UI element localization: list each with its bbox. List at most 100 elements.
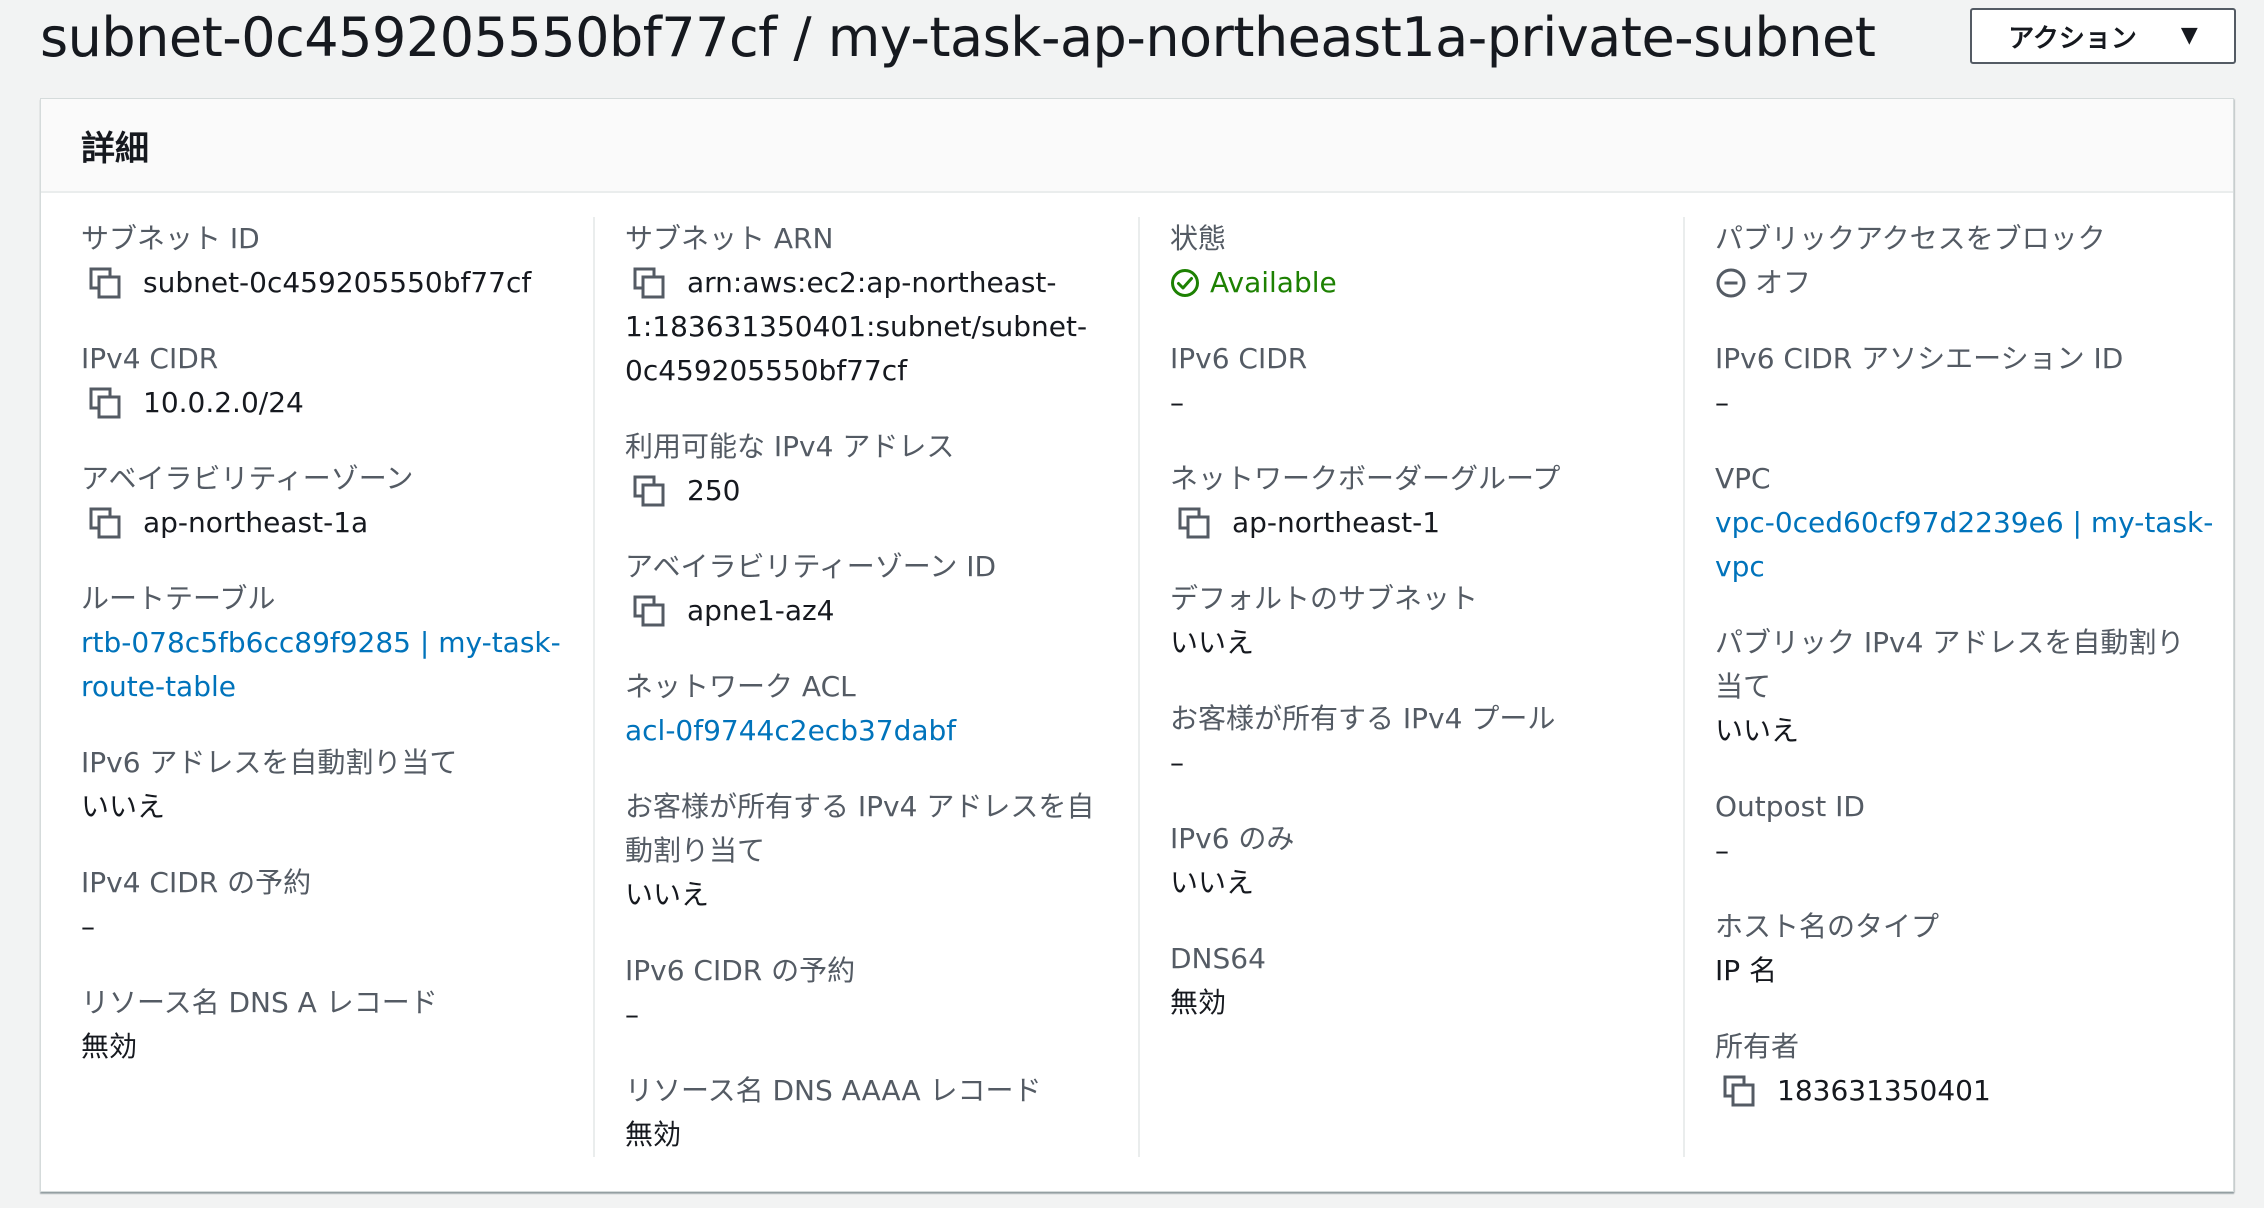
route-table-link-line: route-table	[81, 670, 236, 703]
network-acl-link[interactable]: acl-0f9744c2ecb37dabf	[625, 709, 956, 753]
field-label: リソース名 DNS A レコード	[81, 986, 438, 1019]
details-column-4: パブリックアクセスをブロック オフ IPv6 CIDR アソシエーション ID …	[1683, 217, 2223, 1157]
details-panel: 詳細 サブネット ID subnet-0c459205550bf77cf IPv…	[40, 98, 2234, 1192]
field-value: いいえ	[1170, 626, 1255, 659]
field-available-ipv4: 利用可能な IPv4 アドレス 250	[625, 425, 954, 513]
field-value: Available	[1170, 261, 1337, 305]
copy-icon[interactable]	[627, 261, 671, 305]
field-ipv6-cidr: IPv6 CIDR –	[1170, 337, 1307, 425]
copy-icon[interactable]	[83, 501, 127, 545]
field-value: 250	[625, 469, 954, 513]
field-network-acl: ネットワーク ACL acl-0f9744c2ecb37dabf	[625, 665, 956, 753]
field-value: いいえ	[81, 790, 166, 823]
field-label: 所有者	[1715, 1030, 1800, 1063]
copy-icon[interactable]	[627, 469, 671, 513]
state-value: Available	[1210, 266, 1337, 299]
field-label: アベイラビリティーゾーン ID	[625, 550, 997, 583]
field-value: 無効	[625, 1118, 682, 1151]
subnet-arn-line: 0c459205550bf77cf	[625, 354, 908, 387]
field-label: サブネット ARN	[625, 222, 834, 255]
panel-title: 詳細	[81, 128, 149, 169]
field-subnet-id: サブネット ID subnet-0c459205550bf77cf	[81, 217, 531, 305]
field-label: 利用可能な IPv4 アドレス	[625, 430, 955, 463]
route-table-link[interactable]: rtb-078c5fb6cc89f9285 | my-task- route-t…	[81, 621, 561, 709]
field-value: 無効	[1170, 986, 1227, 1019]
field-ipv6-cidr-reservation: IPv6 CIDR の予約 –	[625, 949, 855, 1037]
field-label: パブリック IPv4 アドレスを自動割り	[1715, 626, 2185, 659]
status-success-icon	[1170, 261, 1202, 305]
vpc-link[interactable]: vpc-0ced60cf97d2239e6 | my-task- vpc	[1715, 501, 2213, 589]
field-value: –	[1715, 834, 1729, 867]
actions-dropdown-button[interactable]: アクション ▼	[1970, 8, 2236, 64]
field-value: ap-northeast-1	[1170, 501, 1560, 545]
field-value: arn:aws:ec2:ap-northeast-	[625, 261, 1087, 305]
field-az-id: アベイラビリティーゾーン ID apne1-az4	[625, 545, 996, 633]
field-route-table: ルートテーブル rtb-078c5fb6cc89f9285 | my-task-…	[81, 577, 561, 709]
field-customer-owned-pool: お客様が所有する IPv4 プール –	[1170, 697, 1555, 785]
subnet-arn-line: 1:183631350401:subnet/subnet-	[625, 310, 1088, 343]
field-value: apne1-az4	[625, 589, 996, 633]
column-2-content: サブネット ARN arn:aws:ec2:ap-northeast- 1:18…	[625, 217, 1125, 1157]
route-table-link-line: rtb-078c5fb6cc89f9285 | my-task-	[81, 626, 561, 659]
field-label: デフォルトのサブネット	[1170, 582, 1479, 615]
field-subnet-arn: サブネット ARN arn:aws:ec2:ap-northeast- 1:18…	[625, 217, 1087, 393]
details-column-1: サブネット ID subnet-0c459205550bf77cf IPv4 C…	[81, 217, 611, 1157]
field-value: 183631350401	[1715, 1069, 1991, 1113]
caret-down-icon: ▼	[2180, 23, 2198, 48]
field-ipv4-cidr-reservation: IPv4 CIDR の予約 –	[81, 861, 311, 949]
copy-icon[interactable]	[627, 589, 671, 633]
owner-value: 183631350401	[1777, 1074, 1991, 1107]
field-value: subnet-0c459205550bf77cf	[81, 261, 531, 305]
copy-icon[interactable]	[83, 381, 127, 425]
field-label: VPC	[1715, 462, 1771, 495]
field-vpc: VPC vpc-0ced60cf97d2239e6 | my-task- vpc	[1715, 457, 2213, 589]
field-outpost-id: Outpost ID –	[1715, 785, 1865, 873]
field-state: 状態 Available	[1170, 217, 1337, 305]
subnet-id-value: subnet-0c459205550bf77cf	[143, 266, 532, 299]
border-group-value: ap-northeast-1	[1232, 506, 1441, 539]
field-value: オフ	[1715, 261, 2106, 305]
az-value: ap-northeast-1a	[143, 506, 369, 539]
field-label: 状態	[1170, 222, 1227, 255]
copy-icon[interactable]	[1172, 501, 1216, 545]
field-label: DNS64	[1170, 942, 1266, 975]
field-value: –	[1170, 386, 1184, 419]
actions-button-label: アクション	[2008, 23, 2137, 54]
field-label: IPv6 のみ	[1170, 822, 1295, 855]
column-4-content: パブリックアクセスをブロック オフ IPv6 CIDR アソシエーション ID …	[1715, 217, 2215, 1157]
field-value: 10.0.2.0/24	[81, 381, 304, 425]
page-title: subnet-0c459205550bf77cf / my-task-ap-no…	[40, 6, 1876, 69]
field-default-subnet: デフォルトのサブネット いいえ	[1170, 577, 1478, 665]
field-label: アベイラビリティーゾーン	[81, 462, 414, 495]
details-columns: サブネット ID subnet-0c459205550bf77cf IPv4 C…	[41, 217, 2233, 1157]
field-dns-aaaa-record: リソース名 DNS AAAA レコード 無効	[625, 1069, 1042, 1157]
block-public-value: オフ	[1755, 266, 1812, 299]
ipv4-cidr-value: 10.0.2.0/24	[143, 386, 304, 419]
copy-icon[interactable]	[1717, 1069, 1761, 1113]
vpc-link-line: vpc-0ced60cf97d2239e6 | my-task-	[1715, 506, 2214, 539]
field-ipv6-only: IPv6 のみ いいえ	[1170, 817, 1294, 905]
field-ipv4-cidr: IPv4 CIDR 10.0.2.0/24	[81, 337, 304, 425]
field-availability-zone: アベイラビリティーゾーン ap-northeast-1a	[81, 457, 413, 545]
field-label: IPv6 CIDR アソシエーション ID	[1715, 342, 2124, 375]
field-value: –	[625, 998, 639, 1031]
field-ipv6-auto-assign: IPv6 アドレスを自動割り当て いいえ	[81, 741, 457, 829]
field-public-ipv4-auto-assign: パブリック IPv4 アドレスを自動割り 当て いいえ	[1715, 621, 2184, 753]
field-value: –	[1715, 386, 1729, 419]
field-label: IPv6 CIDR	[1170, 342, 1308, 375]
field-label: ホスト名のタイプ	[1715, 910, 1940, 943]
field-ipv6-association-id: IPv6 CIDR アソシエーション ID –	[1715, 337, 2123, 425]
field-label: お客様が所有する IPv4 プール	[1170, 702, 1556, 735]
field-label: 動割り当て	[625, 834, 766, 867]
field-owner: 所有者 183631350401	[1715, 1025, 1991, 1113]
field-value: いいえ	[1715, 714, 1800, 747]
field-customer-owned-auto-assign: お客様が所有する IPv4 アドレスを自 動割り当て いいえ	[625, 785, 1094, 917]
details-column-3: 状態 Available IPv6 CIDR – ネットワークボーダーグループ …	[1138, 217, 1683, 1157]
field-label: サブネット ID	[81, 222, 260, 255]
field-dns-a-record: リソース名 DNS A レコード 無効	[81, 981, 438, 1069]
field-label: IPv6 アドレスを自動割り当て	[81, 746, 458, 779]
field-value: ap-northeast-1a	[81, 501, 413, 545]
field-value: –	[1170, 746, 1184, 779]
field-value: –	[81, 910, 95, 943]
copy-icon[interactable]	[83, 261, 127, 305]
